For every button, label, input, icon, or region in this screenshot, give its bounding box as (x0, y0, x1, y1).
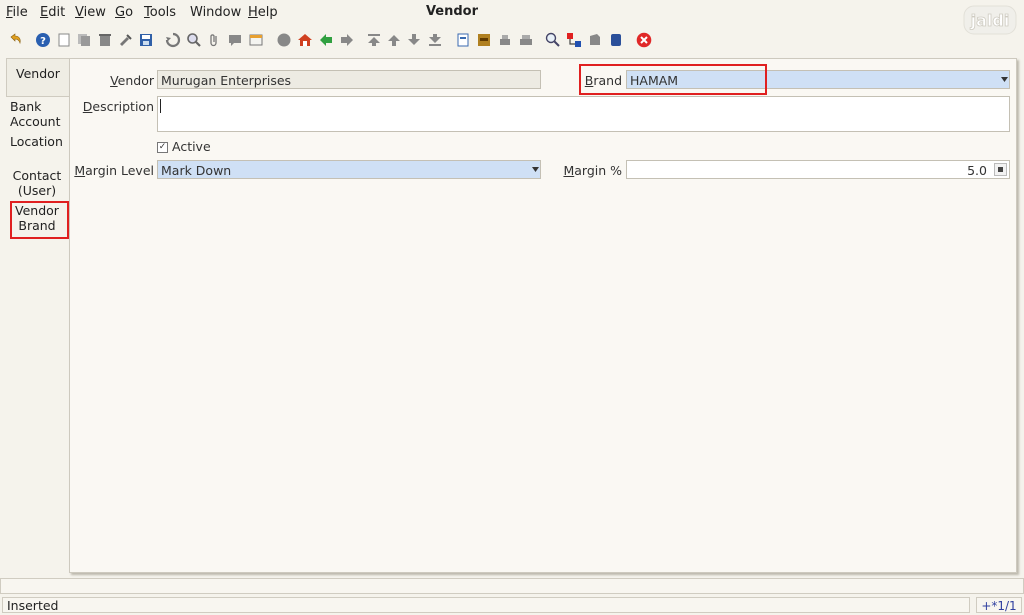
delete-record-icon[interactable] (97, 32, 113, 48)
attachment-icon[interactable] (206, 32, 222, 48)
tab-contact-user[interactable]: Contact (User) (6, 168, 68, 198)
report-icon[interactable] (455, 32, 471, 48)
brand-field-highlight (579, 64, 767, 95)
back-icon[interactable] (318, 32, 334, 48)
message-bar (0, 578, 1024, 594)
forward-icon[interactable] (339, 32, 355, 48)
status-bar: Inserted +*1/1 (0, 597, 1024, 615)
last-record-icon[interactable] (427, 32, 443, 48)
margin-percent-field[interactable]: 5.0 (626, 160, 1010, 179)
zoom-icon[interactable] (545, 32, 561, 48)
chevron-down-icon[interactable] (999, 71, 1009, 88)
checkmark-icon: ✓ (157, 142, 168, 153)
save-icon[interactable] (138, 32, 154, 48)
description-field[interactable] (157, 96, 1010, 132)
calculator-icon[interactable] (994, 163, 1007, 176)
description-label: Description (82, 99, 154, 114)
margin-percent-value: 5.0 (967, 163, 987, 178)
print-icon[interactable] (518, 32, 534, 48)
archive-icon[interactable] (476, 32, 492, 48)
history-icon[interactable] (248, 32, 264, 48)
vendor-brand-tab-highlight (10, 201, 69, 239)
product-info-icon[interactable] (587, 32, 603, 48)
tab-bank-account[interactable]: Bank Account (10, 99, 68, 129)
chevron-down-icon[interactable] (530, 161, 540, 178)
next-record-icon[interactable] (406, 32, 422, 48)
refresh-icon[interactable] (165, 32, 181, 48)
record-navigation[interactable]: +*1/1 (976, 597, 1022, 613)
tab-location[interactable]: Location (10, 134, 68, 149)
text-cursor (160, 99, 161, 113)
home-globe-icon[interactable] (276, 32, 292, 48)
vendor-label: Vendor (110, 73, 154, 88)
status-text: Inserted (2, 597, 970, 613)
first-record-icon[interactable] (366, 32, 382, 48)
tab-vendor[interactable]: Vendor (6, 58, 69, 97)
svg-text:?: ? (40, 36, 46, 47)
workflow-icon[interactable] (566, 32, 582, 48)
copy-record-icon[interactable] (76, 32, 92, 48)
margin-level-select[interactable]: Mark Down (157, 160, 541, 179)
vendor-field[interactable]: Murugan Enterprises (157, 70, 541, 89)
window-title: Vendor (425, 4, 479, 19)
active-checkbox[interactable]: ✓ Active (157, 139, 211, 154)
close-window-icon[interactable] (636, 32, 652, 48)
help-icon[interactable]: ? (35, 32, 51, 48)
vendor-form-panel: Vendor Murugan Enterprises Brand HAMAM D… (69, 58, 1017, 573)
new-record-icon[interactable] (56, 32, 72, 48)
menu-bar: File Edit View Go Tools Window Help Vend… (0, 0, 1024, 35)
chat-icon[interactable] (227, 32, 243, 48)
database-icon[interactable] (608, 32, 624, 48)
active-label: Active (171, 139, 211, 154)
toolbar: ? (0, 28, 1024, 54)
print-preview-icon[interactable] (497, 32, 513, 48)
home-icon[interactable] (297, 32, 313, 48)
previous-record-icon[interactable] (386, 32, 402, 48)
margin-percent-label: Margin % (563, 163, 622, 178)
find-icon[interactable] (186, 32, 202, 48)
tools-icon[interactable] (118, 32, 134, 48)
margin-level-value: Mark Down (161, 163, 232, 178)
margin-level-label: Margin Level (74, 163, 154, 178)
undo-icon[interactable] (7, 32, 23, 48)
